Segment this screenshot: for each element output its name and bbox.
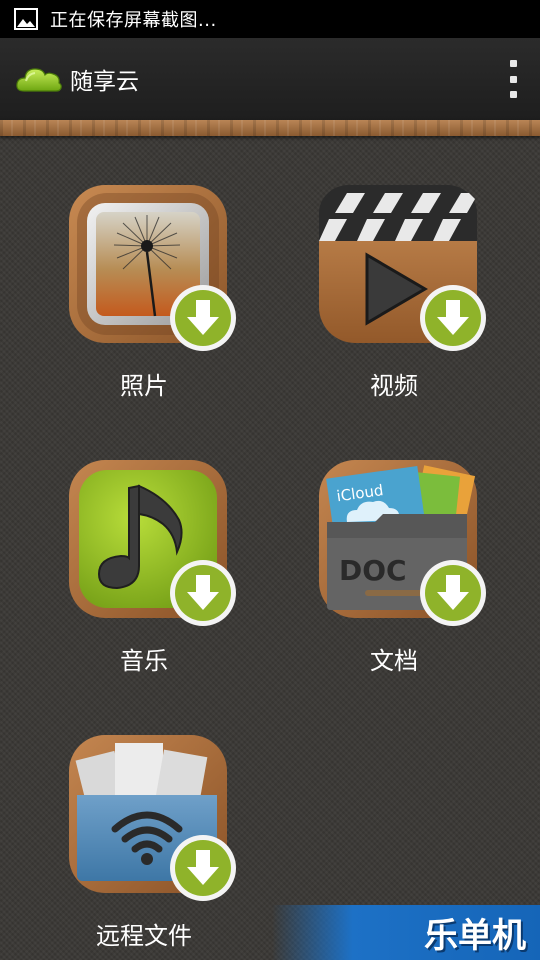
action-bar: 随享云 [0, 38, 540, 120]
tile-remote-files[interactable]: 远程文件 [42, 733, 242, 960]
tile-photos[interactable]: 照片 [42, 183, 242, 413]
download-badge-icon[interactable] [168, 558, 238, 628]
status-bar: 正在保存屏幕截图... [0, 0, 540, 38]
tile-label: 照片 [120, 372, 168, 400]
watermark: 乐单机 [272, 905, 540, 960]
tile-label: 音乐 [120, 647, 168, 675]
tile-label: 远程文件 [96, 922, 192, 950]
watermark-text: 乐单机 [424, 916, 526, 956]
tile-video[interactable]: 视频 [292, 183, 492, 413]
image-notification-icon [14, 8, 38, 30]
tile-label: 文档 [370, 647, 418, 675]
wood-divider [0, 120, 540, 136]
tile-label: 视频 [370, 372, 418, 400]
overflow-menu-icon[interactable] [506, 60, 520, 98]
download-badge-icon[interactable] [168, 283, 238, 353]
app-title: 随享云 [70, 69, 139, 95]
status-text: 正在保存屏幕截图... [50, 10, 217, 31]
download-badge-icon[interactable] [418, 283, 488, 353]
tile-documents[interactable]: iCloud DOC 文档 [292, 458, 492, 688]
cloud-logo-icon [16, 68, 62, 92]
download-badge-icon[interactable] [418, 558, 488, 628]
download-badge-icon[interactable] [168, 833, 238, 903]
doc-text: DOC [339, 554, 407, 587]
tile-music[interactable]: 音乐 [42, 458, 242, 688]
